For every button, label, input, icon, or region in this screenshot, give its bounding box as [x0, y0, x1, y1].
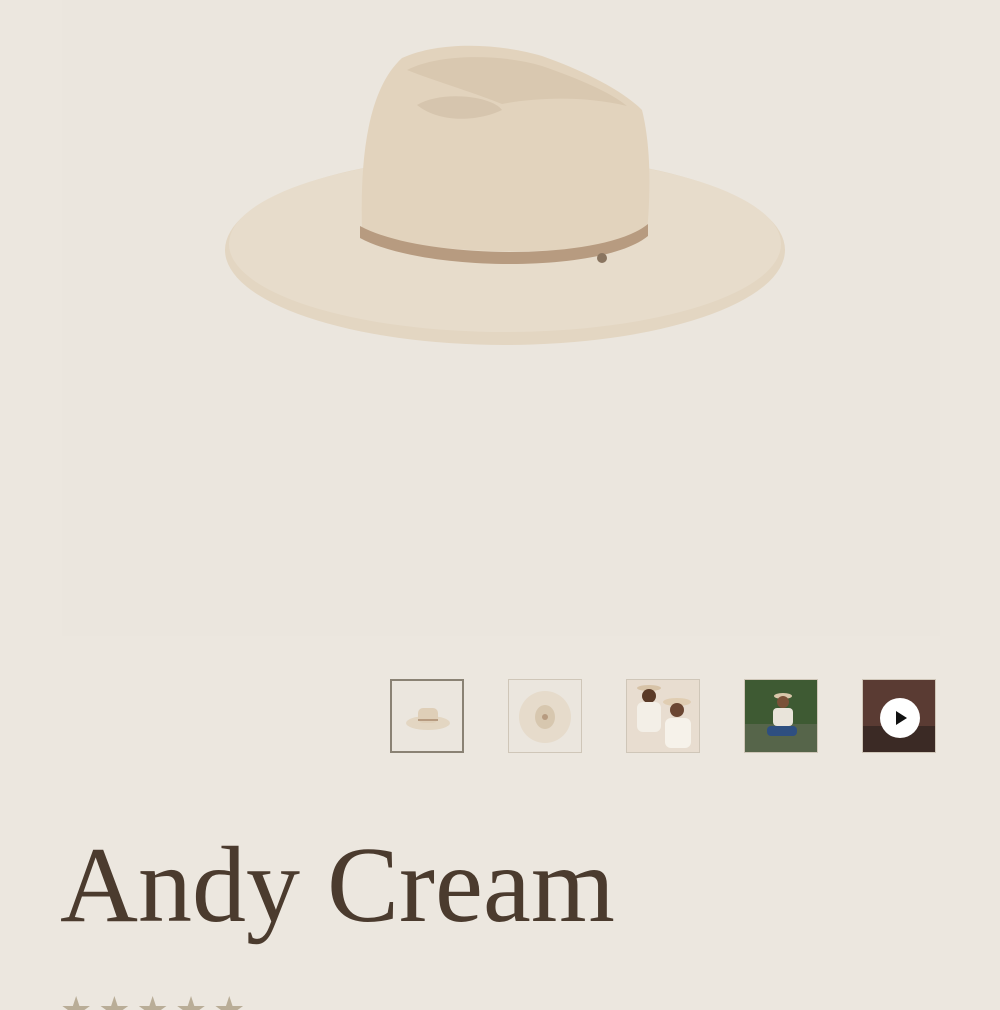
hat-illustration: [225, 45, 785, 345]
play-icon[interactable]: [880, 698, 920, 738]
thumbnail-hat-top[interactable]: [508, 679, 582, 753]
gallery-thumbnails: [390, 679, 940, 755]
rating-stars: ★★★★★: [60, 990, 251, 1010]
thumbnail-hat-side[interactable]: [390, 679, 464, 753]
product-title: Andy Cream: [60, 826, 615, 945]
thumbnail-man-outdoors[interactable]: [744, 679, 818, 753]
thumbnail-video[interactable]: [862, 679, 936, 753]
product-main-image[interactable]: [62, 0, 940, 636]
thumbnail-couple-photo[interactable]: [626, 679, 700, 753]
